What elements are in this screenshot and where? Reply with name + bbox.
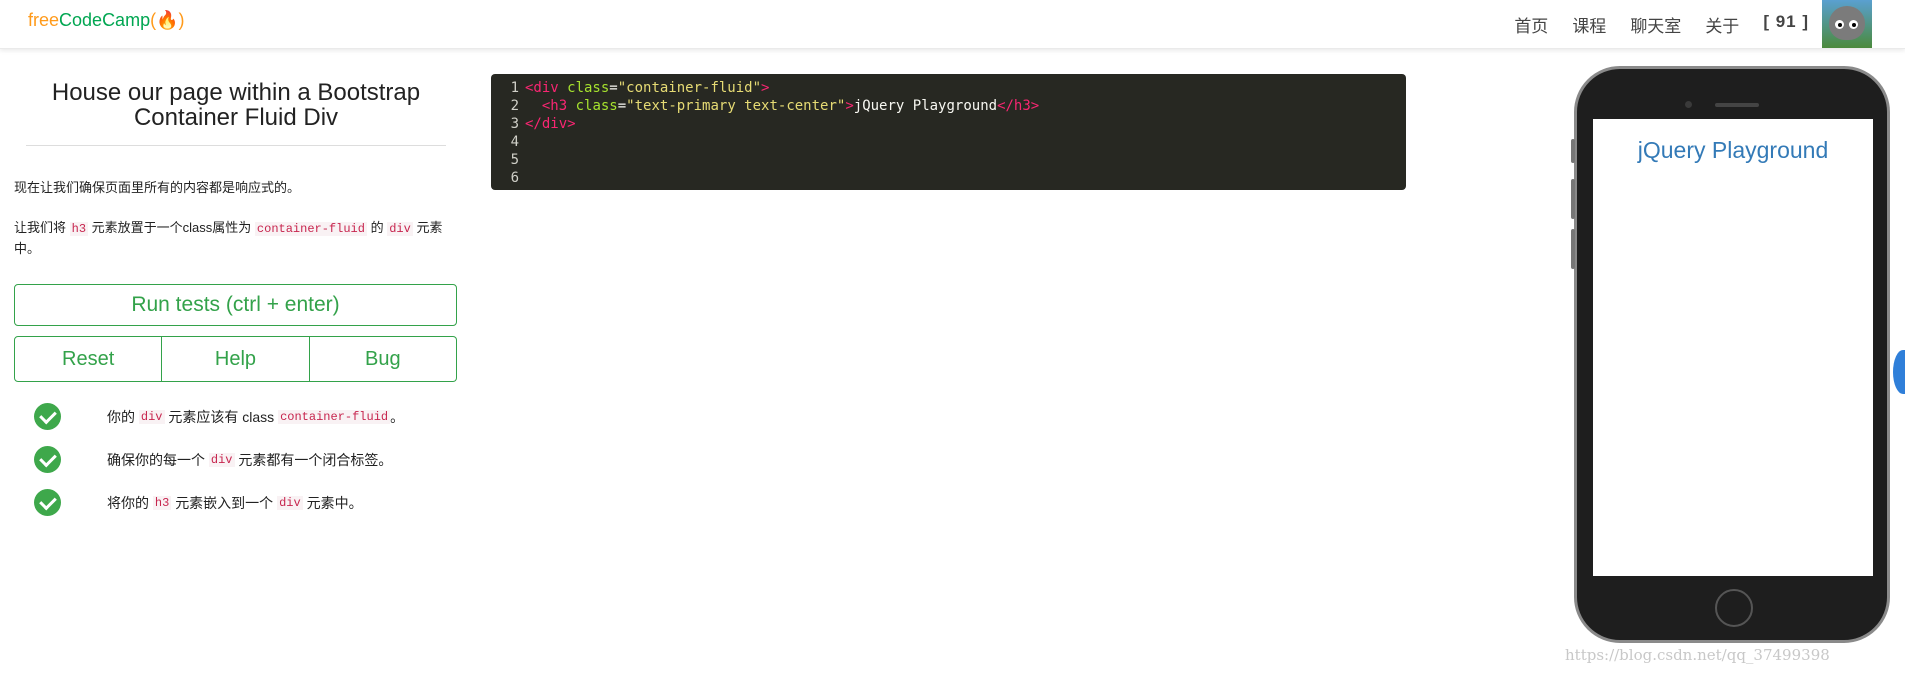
code-line[interactable]: 2 <h3 class = "text-primary text-center" > j… <box>491 97 1406 115</box>
phone-speaker <box>1715 103 1759 107</box>
nav-link-chat[interactable]: 聊天室 <box>1630 12 1681 37</box>
test-item: 将你的 h3 元素嵌入到一个 div 元素中。 <box>34 489 363 516</box>
fire-icon: (🔥) <box>150 10 185 30</box>
challenge-intro: 现在让我们确保页面里所有的内容都是响应式的。 <box>14 180 301 195</box>
nav-links: 首页 课程 聊天室 关于 [ 91 ] <box>1514 12 1809 37</box>
line-number: 1 <box>510 80 519 96</box>
challenge-instructions: 让我们将 h3 元素放置于一个class属性为 container-fluid … <box>14 220 443 256</box>
nav-link-courses[interactable]: 课程 <box>1572 12 1606 37</box>
code-line[interactable]: 3 </div> <box>491 115 1406 133</box>
test-item: 确保你的每一个 div 元素都有一个闭合标签。 <box>34 446 392 473</box>
nav-link-home[interactable]: 首页 <box>1514 12 1548 37</box>
points-count[interactable]: [ 91 ] <box>1763 12 1809 37</box>
phone-side-button <box>1571 139 1575 163</box>
action-buttons: Reset Help Bug <box>14 336 457 382</box>
phone-side-button <box>1571 179 1575 219</box>
watermark: https://blog.csdn.net/qq_37499398 <box>1565 646 1830 664</box>
phone-preview-frame: jQuery Playground <box>1571 66 1890 643</box>
preview-heading: jQuery Playground <box>1637 137 1829 163</box>
line-number: 4 <box>510 134 519 150</box>
phone-camera-icon <box>1685 101 1692 108</box>
line-number: 6 <box>510 170 519 186</box>
check-icon <box>34 403 61 430</box>
brand-code: CodeCamp <box>59 10 151 30</box>
code-line[interactable]: 5 <box>491 151 1406 169</box>
check-icon <box>34 446 61 473</box>
bug-button[interactable]: Bug <box>309 336 457 382</box>
avatar-eye-left <box>1835 20 1844 29</box>
preview-screen: jQuery Playground <box>1593 119 1873 576</box>
phone-home-button <box>1715 589 1753 627</box>
floating-helper-icon[interactable] <box>1893 350 1905 394</box>
code-div: div <box>387 222 413 236</box>
code-editor[interactable]: 1 <div class = "container-fluid" > 2 <h3 cla… <box>491 74 1406 190</box>
challenge-title: House our page within a Bootstrap Contai… <box>51 79 421 131</box>
check-icon <box>34 489 61 516</box>
avatar-face <box>1829 6 1865 40</box>
brand-logo[interactable]: freeCodeCamp(🔥) <box>28 10 184 31</box>
avatar-eye-right <box>1849 20 1858 29</box>
line-number: 2 <box>510 98 519 114</box>
code-container-fluid: container-fluid <box>254 222 367 236</box>
line-number: 3 <box>510 116 519 132</box>
code-line[interactable]: 6 <box>491 169 1406 187</box>
code-line[interactable]: 1 <div class = "container-fluid" > <box>491 79 1406 97</box>
challenge-panel: House our page within a Bootstrap Contai… <box>14 48 458 516</box>
run-tests-button[interactable]: Run tests (ctrl + enter) <box>14 284 457 326</box>
line-number: 5 <box>510 152 519 168</box>
code-h3: h3 <box>69 222 89 236</box>
avatar[interactable] <box>1822 0 1872 48</box>
title-divider <box>26 145 446 146</box>
nav-link-about[interactable]: 关于 <box>1705 12 1739 37</box>
code-line[interactable]: 4 <box>491 133 1406 151</box>
reset-button[interactable]: Reset <box>14 336 163 382</box>
navbar: freeCodeCamp(🔥) 首页 课程 聊天室 关于 [ 91 ] <box>0 0 1905 49</box>
phone-side-button <box>1571 229 1575 269</box>
help-button[interactable]: Help <box>162 336 310 382</box>
test-item: 你的 div 元素应该有 class container-fluid。 <box>34 403 404 430</box>
brand-free: free <box>28 10 60 30</box>
